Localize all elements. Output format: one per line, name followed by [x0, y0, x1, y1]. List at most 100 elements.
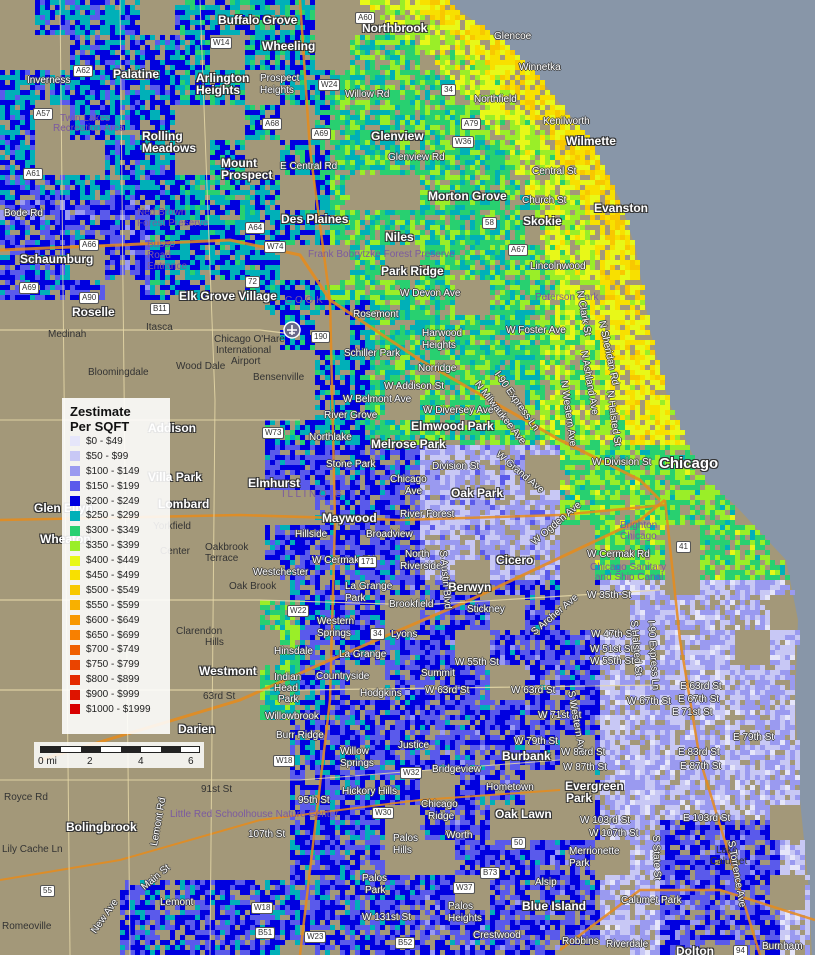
map-place-label: Indian [274, 672, 302, 683]
map-place-label: Palatine [113, 67, 160, 81]
legend-label: $400 - $449 [86, 555, 140, 567]
route-shield: A61 [23, 168, 44, 180]
route-shield: 72 [245, 276, 260, 288]
map-place-label: Stickney [467, 604, 505, 615]
map-place-label: E 63rd St [680, 681, 722, 692]
map-place-label: W Belmont Ave [343, 394, 412, 405]
route-shield: 58 [482, 217, 497, 229]
map-place-label: Willow [340, 746, 369, 757]
route-shield: W32 [400, 767, 423, 779]
route-shield: A67 [508, 244, 529, 256]
map-canvas[interactable]: Buffalo Grove Northbrook Wheeling Glencoe Wi… [0, 0, 815, 955]
map-place-label: Alsip [535, 877, 557, 888]
route-shield: A90 [79, 292, 100, 304]
legend-swatch [70, 689, 80, 700]
legend-label: $500 - $549 [86, 584, 140, 596]
map-place-label: E 79th St [733, 732, 775, 743]
legend-label: $750 - $799 [86, 659, 140, 671]
route-shield: 171 [358, 556, 378, 568]
map-place-label: Burr Ridge [276, 730, 324, 741]
legend-item: $300 - $349 [70, 523, 162, 538]
map-place-label: 91st St [201, 784, 233, 795]
map-place-label: Burnham [762, 941, 803, 952]
map-place-label: Bensenville [253, 372, 305, 383]
legend-swatch [70, 630, 80, 641]
legend-swatch [70, 585, 80, 596]
map-place-label: Summit [421, 668, 455, 679]
legend-item: $250 - $299 [70, 508, 162, 523]
legend-item: $800 - $899 [70, 672, 162, 687]
scale-zero-label: 0 mi [38, 756, 57, 767]
map-place-label: North [405, 549, 430, 560]
route-shield: 50 [511, 837, 526, 849]
map-place-label: Westmont [199, 664, 257, 678]
map-place-label: Clarendon [176, 626, 223, 637]
legend-swatch [70, 466, 80, 477]
legend-label: $100 - $149 [86, 465, 140, 477]
route-shield: A64 [245, 222, 266, 234]
map-place-label: River Forest [400, 509, 455, 520]
map-place-label: Peterson Park [535, 292, 599, 303]
map-place-label: Bode Rd [4, 208, 43, 219]
map-place-label: Westchester [253, 567, 309, 578]
map-place-label: Stone Park [326, 459, 376, 470]
map-place-label: Wheeling [262, 39, 316, 53]
map-place-label: International [216, 345, 272, 356]
legend-item: $600 - $649 [70, 613, 162, 628]
scale-bar: 0 mi 2 4 6 [34, 742, 204, 768]
map-place-label: Roselle [72, 305, 115, 319]
map-place-label: Oak Brook [229, 581, 277, 592]
map-place-label: Melrose Park [371, 437, 446, 451]
legend-label: $300 - $349 [86, 525, 140, 537]
map-place-label: Lyons [391, 629, 418, 640]
map-place-label: Glenview [371, 129, 424, 143]
map-place-label: Crestwood [473, 930, 521, 941]
map-place-label: Busse [147, 239, 175, 250]
route-shield: A79 [461, 118, 482, 130]
route-shield: W74 [264, 241, 287, 253]
route-shield: B11 [150, 303, 170, 315]
map-place-label: E Central Rd [280, 161, 338, 172]
map-place-label: Kenilworth [543, 116, 590, 127]
route-shield: 190 [311, 331, 331, 343]
map-place-label: Wilmette [566, 134, 616, 148]
map-place-label: Forest Preserve [137, 218, 209, 229]
map-place-label: W Foster Ave [506, 325, 566, 336]
map-place-label: I L L I N O I S [282, 489, 342, 500]
map-place-label: Romeoville [2, 921, 52, 932]
legend-title-line1: Zestimate [70, 404, 131, 419]
route-shield: W36 [452, 136, 475, 148]
route-shield: W14 [210, 37, 233, 49]
legend-label: $900 - $999 [86, 689, 140, 701]
map-place-label: Elmwood Park [411, 419, 494, 433]
map-place-label: La Grange [339, 649, 387, 660]
scale-tick-label: 2 [87, 756, 93, 767]
legend-label: $800 - $899 [86, 674, 140, 686]
map-place-label: Itasca [146, 322, 173, 333]
map-place-label: W 63rd St [425, 685, 470, 696]
map-place-label: Lily Cache Ln [2, 844, 63, 855]
map-place-label: Park [345, 593, 366, 604]
map-place-label: Heights [196, 83, 241, 97]
route-shield: B73 [480, 867, 501, 879]
legend-label: $450 - $499 [86, 569, 140, 581]
map-place-label: W Division St [592, 457, 652, 468]
map-place-label: Heights [260, 85, 294, 96]
map-place-label: Riverdale [606, 939, 649, 950]
map-place-label: Worth [446, 830, 473, 841]
map-place-label: Northlake [309, 432, 352, 443]
route-shield: W30 [372, 807, 395, 819]
legend-item: $650 - $699 [70, 628, 162, 643]
legend-swatch [70, 555, 80, 566]
map-place-label: W Diversey Ave [423, 405, 494, 416]
map-place-label: Bridgeview [432, 764, 481, 775]
map-place-label: Hometown [486, 782, 534, 793]
legend-item: $900 - $999 [70, 687, 162, 702]
map-place-label: 95th St [298, 795, 330, 806]
map-place-label: 63rd St [203, 691, 236, 702]
map-place-label: Hills [393, 845, 412, 856]
legend-swatch [70, 615, 80, 626]
legend-item: $700 - $749 [70, 642, 162, 657]
scale-tick-label: 4 [138, 756, 144, 767]
map-place-label: W 67th St [627, 696, 671, 707]
